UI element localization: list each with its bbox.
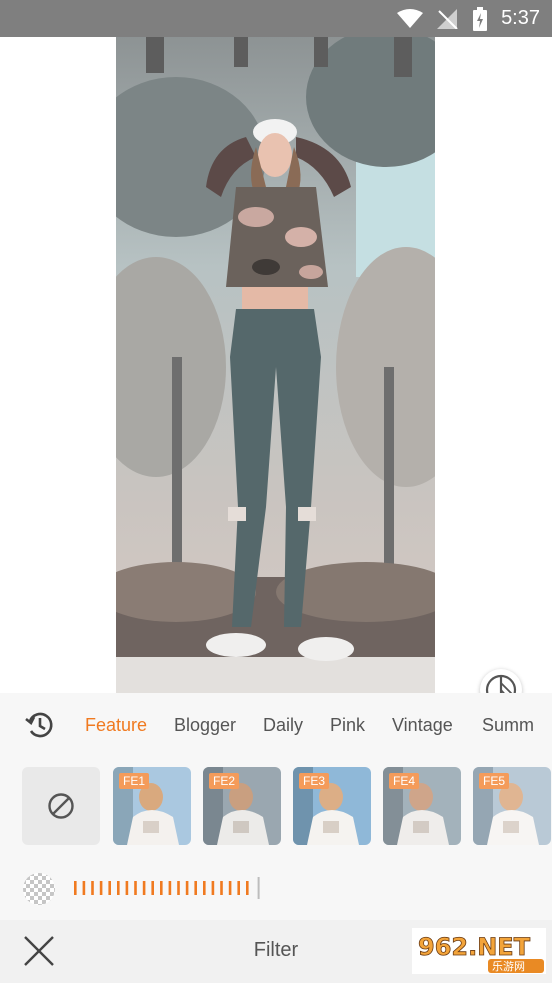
slider-tick (246, 881, 249, 895)
slider-tick (125, 881, 129, 895)
slider-tick (237, 881, 240, 895)
slider-tick (74, 881, 77, 895)
photo-preview (116, 37, 435, 693)
no-signal-icon (437, 8, 458, 29)
tab-daily[interactable]: Daily (263, 715, 303, 736)
filter-label: FE5 (479, 773, 510, 789)
filter-strength-row (0, 868, 552, 908)
bottom-bar: Filter 962.NET 乐游网 (0, 920, 552, 983)
slider-tick (194, 881, 197, 895)
slider-tick (220, 881, 223, 895)
filter-thumb-fe1[interactable]: FE1 (113, 767, 191, 845)
watermark-logo: 962.NET 乐游网 (412, 928, 546, 974)
slider-tick (185, 881, 189, 895)
slider-tick (108, 881, 111, 895)
slider-tick (168, 881, 172, 895)
filter-thumb-fe2[interactable]: FE2 (203, 767, 281, 845)
status-bar: 5:37 (0, 0, 552, 37)
filter-thumbnails: FE1 FE2 FE3 FE4 FE5 (0, 767, 552, 847)
no-filter-button[interactable] (22, 767, 100, 845)
slider-tick (160, 881, 163, 895)
opacity-checker-icon (23, 873, 55, 905)
tab-vintage[interactable]: Vintage (392, 715, 453, 736)
watermark-sub: 乐游网 (492, 960, 525, 973)
slider-tick (142, 881, 146, 895)
filter-label: FE4 (389, 773, 420, 789)
filter-label: FE3 (299, 773, 330, 789)
history-button[interactable] (24, 709, 56, 741)
tab-feature[interactable]: Feature (85, 715, 147, 736)
history-icon (25, 712, 53, 738)
battery-charging-icon (473, 6, 488, 31)
slider-tick (151, 881, 154, 895)
filter-strength-slider[interactable] (72, 877, 292, 899)
filter-panel: Feature Blogger Daily Pink Vintage Summ … (0, 693, 552, 983)
photo-preview-area (0, 37, 552, 711)
tab-pink[interactable]: Pink (330, 715, 365, 736)
watermark-main: 962.NET (418, 933, 531, 961)
slider-tick (82, 881, 86, 895)
tab-summer[interactable]: Summ (482, 715, 534, 736)
slider-tick (228, 881, 232, 895)
slider-tick (99, 881, 103, 895)
filter-label: FE1 (119, 773, 150, 789)
slider-tick (203, 881, 206, 895)
filter-thumb-fe3[interactable]: FE3 (293, 767, 371, 845)
filter-thumb-fe4[interactable]: FE4 (383, 767, 461, 845)
slider-tick (117, 881, 120, 895)
status-time: 5:37 (501, 7, 540, 29)
slider-thumb[interactable] (257, 877, 260, 899)
filter-label: FE2 (209, 773, 240, 789)
slider-tick (211, 881, 215, 895)
wifi-icon (397, 8, 424, 28)
slider-tick (177, 881, 180, 895)
slider-tick (134, 881, 137, 895)
filter-thumb-fe5[interactable]: FE5 (473, 767, 551, 845)
tab-blogger[interactable]: Blogger (174, 715, 236, 736)
filter-category-tabs: Feature Blogger Daily Pink Vintage Summ (0, 693, 552, 757)
slider-tick (91, 881, 94, 895)
no-filter-icon (48, 793, 74, 819)
